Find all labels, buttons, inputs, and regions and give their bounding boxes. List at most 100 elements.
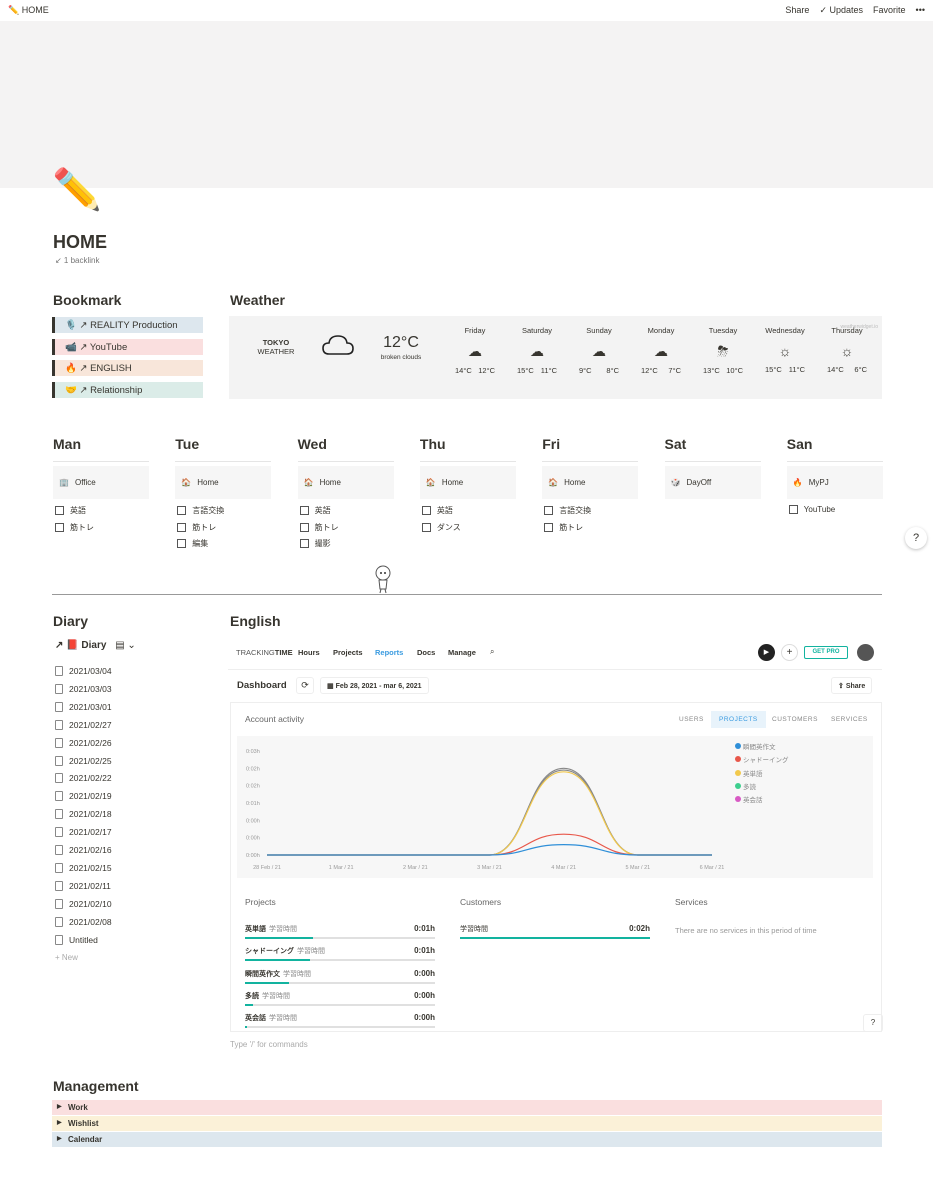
todo-item[interactable]: 英語	[55, 505, 86, 516]
checkbox[interactable]	[421, 506, 431, 515]
diary-entry[interactable]: 2021/02/17	[55, 827, 112, 838]
day-card[interactable]: 🏠 Home	[297, 466, 394, 499]
tab-projects[interactable]: PROJECTS	[711, 711, 766, 728]
checkbox[interactable]	[421, 522, 431, 532]
customer-row[interactable]: 学習時間 0:02h	[460, 924, 650, 939]
legend-item[interactable]: 英単語	[735, 768, 763, 778]
add-button[interactable]: +	[781, 644, 798, 661]
legend-item[interactable]: 英会話	[735, 794, 763, 804]
nav-projects[interactable]: Projects	[333, 648, 363, 657]
legend-item[interactable]: 多読	[735, 781, 756, 791]
todo-item[interactable]: ダンス	[421, 522, 461, 533]
day-card[interactable]: 🎲 DayOff	[664, 466, 761, 499]
checkbox[interactable]	[299, 539, 309, 548]
checkbox[interactable]	[299, 522, 309, 532]
todo-item[interactable]: 筋トレ	[55, 522, 94, 533]
diary-entry[interactable]: 2021/03/03	[55, 683, 112, 694]
project-row[interactable]: 瞬間英作文 学習時間 0:00h	[245, 969, 435, 984]
nav-hours[interactable]: Hours	[298, 648, 320, 657]
project-row[interactable]: 英会話 学習時間 0:00h	[245, 1013, 435, 1029]
project-row[interactable]: 多読 学習時間 0:00h	[245, 991, 435, 1006]
bookmark-item-reality[interactable]: 🎙️ ↗ REALITY Production	[52, 317, 203, 333]
favorite-button[interactable]: Favorite	[873, 5, 906, 16]
command-placeholder[interactable]: Type '/' for commands	[230, 1040, 308, 1049]
checkbox[interactable]	[55, 506, 64, 515]
tab-customers[interactable]: CUSTOMERS	[772, 716, 818, 723]
diary-new-button[interactable]: + New	[55, 953, 78, 962]
diary-entry[interactable]: 2021/02/22	[55, 773, 112, 784]
view-list-icon[interactable]: ▤ ⌄	[115, 640, 136, 651]
tab-users[interactable]: USERS	[679, 716, 704, 723]
updates-button[interactable]: ✓ Updates	[819, 5, 863, 16]
breadcrumb[interactable]: ✏️ HOME	[8, 5, 49, 16]
todo-item[interactable]: 撮影	[299, 538, 331, 549]
diary-entry[interactable]: 2021/02/15	[55, 862, 112, 873]
share-button[interactable]: Share	[785, 5, 809, 16]
checkbox[interactable]	[177, 539, 187, 548]
diary-entry[interactable]: 2021/03/04	[55, 666, 112, 676]
todo-item[interactable]: 筋トレ	[299, 522, 339, 533]
checkbox[interactable]	[544, 506, 554, 515]
checkbox[interactable]	[177, 506, 187, 515]
tab-services[interactable]: SERVICES	[831, 716, 868, 723]
todo-item[interactable]: 言語交換	[177, 505, 224, 516]
todo-item[interactable]: 筋トレ	[177, 522, 216, 533]
search-icon[interactable]: ⌕	[490, 647, 494, 657]
todo-item[interactable]: 英語	[421, 505, 453, 516]
todo-item[interactable]: 英語	[299, 505, 331, 516]
cover-image[interactable]	[0, 21, 933, 188]
trackingtime-logo[interactable]: TRACKINGTIME	[236, 648, 293, 657]
share-report-button[interactable]: ⇪ Share	[831, 677, 873, 694]
todo-item[interactable]: 筋トレ	[544, 522, 583, 533]
checkbox[interactable]	[177, 522, 187, 532]
day-card[interactable]: 🏠 Home	[542, 466, 639, 499]
toggle-work[interactable]: ▶ Work	[52, 1100, 882, 1115]
diary-entry[interactable]: 2021/02/26	[55, 737, 112, 748]
todo-item[interactable]: 編集	[177, 538, 208, 549]
day-card[interactable]: 🏠 Home	[419, 466, 516, 499]
page-icon[interactable]: ✏️	[52, 166, 102, 213]
date-range-picker[interactable]: ▦ Feb 28, 2021 - mar 6, 2021	[320, 677, 429, 694]
nav-docs[interactable]: Docs	[417, 648, 435, 657]
refresh-icon[interactable]: ⟳	[296, 677, 314, 694]
diary-entry[interactable]: 2021/02/18	[55, 809, 112, 820]
avatar[interactable]	[857, 644, 874, 661]
diary-entry[interactable]: 2021/02/19	[55, 791, 112, 802]
play-timer-button[interactable]: ▶	[758, 644, 775, 661]
legend-item[interactable]: シャドーイング	[735, 754, 789, 764]
get-pro-button[interactable]: GET PRO	[804, 646, 848, 659]
bookmark-item-relationship[interactable]: 🤝 ↗ Relationship	[52, 382, 203, 398]
diary-entry[interactable]: 2021/02/25	[55, 755, 112, 766]
help-circle-icon[interactable]: ?	[863, 1014, 883, 1032]
checkbox[interactable]	[55, 522, 64, 532]
diary-entry[interactable]: 2021/02/16	[55, 845, 112, 855]
toggle-wishlist[interactable]: ▶ Wishlist	[52, 1116, 882, 1131]
diary-entry[interactable]: 2021/02/08	[55, 916, 112, 927]
bookmark-item-youtube[interactable]: 📹 ↗ YouTube	[52, 339, 203, 355]
diary-entry[interactable]: 2021/02/27	[55, 719, 112, 730]
day-card[interactable]: 🏠 Home	[175, 466, 272, 499]
checkbox[interactable]	[544, 522, 554, 532]
toggle-calendar[interactable]: ▶ Calendar	[52, 1132, 882, 1147]
checkbox[interactable]	[788, 505, 798, 514]
weather-widget[interactable]: TOKYO WEATHER 12°C broken clouds weather…	[229, 316, 882, 399]
day-card[interactable]: 🔥 MyPJ	[786, 466, 883, 499]
project-row[interactable]: シャドーイング 学習時間 0:01h	[245, 946, 435, 962]
diary-entry[interactable]: 2021/03/01	[55, 701, 112, 712]
nav-manage[interactable]: Manage	[448, 648, 476, 657]
todo-item[interactable]: YouTube	[788, 505, 835, 514]
backlink-link[interactable]: ↙ 1 backlink	[55, 256, 100, 265]
checkbox[interactable]	[299, 506, 309, 515]
diary-entry[interactable]: 2021/02/11	[55, 880, 111, 891]
help-button[interactable]: ?	[905, 527, 927, 549]
bookmark-item-english[interactable]: 🔥 ↗ ENGLISH	[52, 360, 203, 376]
legend-item[interactable]: 瞬間英作文	[735, 741, 776, 751]
more-options-icon[interactable]: •••	[916, 5, 925, 16]
page-title[interactable]: HOME	[53, 232, 107, 253]
todo-item[interactable]: 言語交換	[544, 505, 591, 516]
diary-entry[interactable]: 2021/02/10	[55, 898, 112, 909]
project-row[interactable]: 英単語 学習時間 0:01h	[245, 924, 435, 939]
nav-reports[interactable]: Reports	[375, 648, 403, 657]
day-card[interactable]: 🏢 Office	[53, 466, 149, 499]
diary-entry[interactable]: Untitled	[55, 934, 98, 945]
